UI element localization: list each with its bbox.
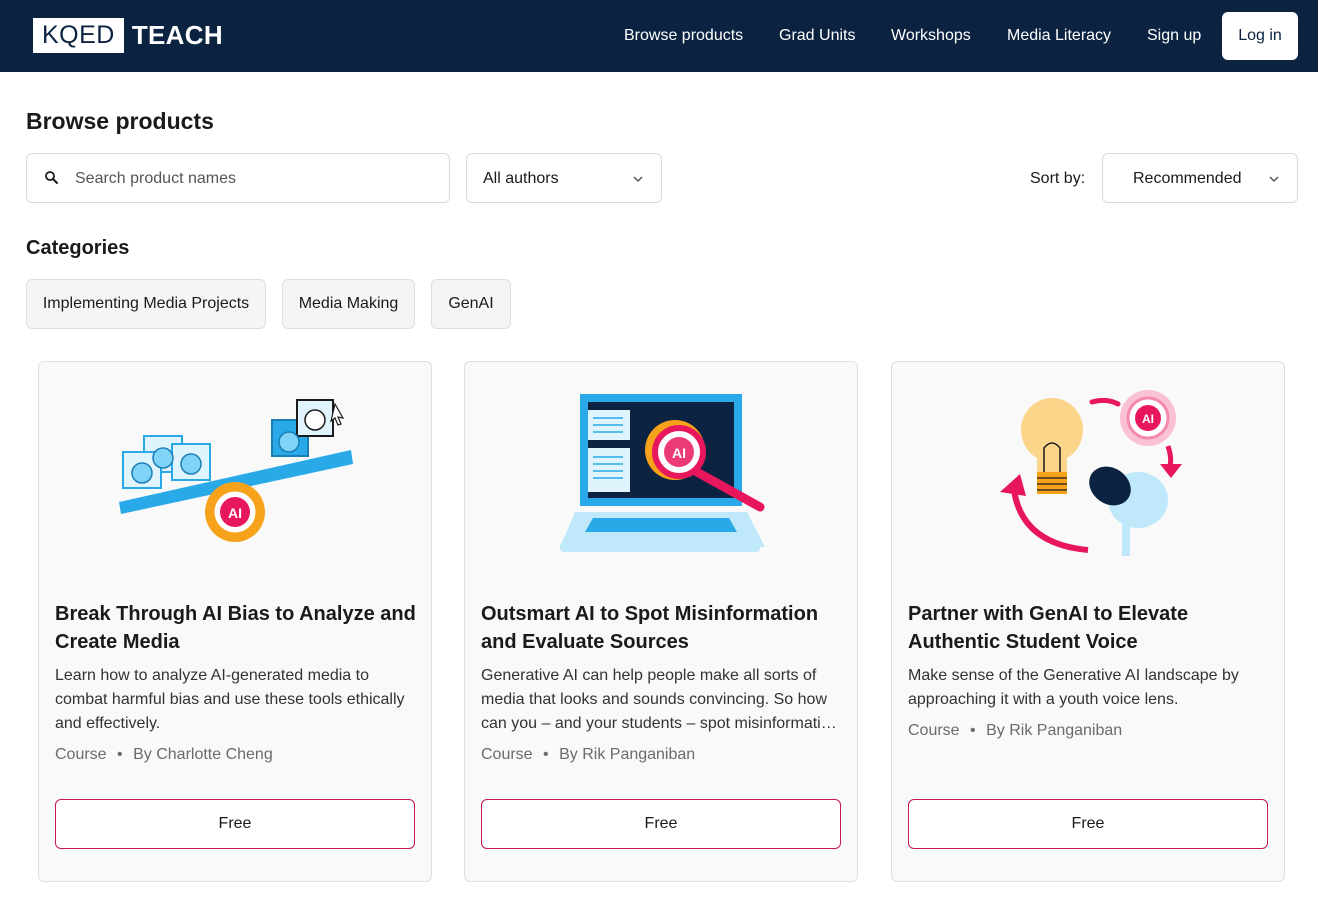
- card-author: By Charlotte Cheng: [133, 746, 273, 763]
- meta-separator-dot: •: [970, 722, 976, 739]
- student-voice-illustration: AI: [1000, 390, 1182, 556]
- illustration-ai-text: AI: [672, 445, 686, 461]
- chevron-down-icon: [1269, 176, 1279, 183]
- card-type: Course: [908, 722, 960, 739]
- price-button[interactable]: Free: [908, 799, 1268, 849]
- card-title[interactable]: Break Through AI Bias to Analyze and Cre…: [55, 600, 417, 656]
- search-placeholder: Search product names: [75, 170, 236, 187]
- sort-dropdown[interactable]: Recommended: [1102, 153, 1298, 203]
- kqed-teach-logo[interactable]: KQED TEACH: [33, 18, 223, 53]
- ai-bias-illustration: AI: [119, 399, 353, 542]
- card-description: Learn how to analyze AI-generated media …: [55, 667, 405, 732]
- product-card[interactable]: AI Break Through AI Bias to Analyze and …: [38, 361, 432, 882]
- card-type: Course: [55, 746, 107, 763]
- price-button[interactable]: Free: [55, 799, 415, 849]
- search-icon: [45, 171, 58, 184]
- nav-browse-products[interactable]: Browse products: [624, 27, 743, 45]
- meta-separator-dot: •: [117, 746, 123, 763]
- nav-grad-units[interactable]: Grad Units: [779, 27, 855, 45]
- nav-workshops[interactable]: Workshops: [891, 27, 971, 45]
- sort-selected-value: Recommended: [1133, 170, 1242, 187]
- price-button[interactable]: Free: [481, 799, 841, 849]
- categories-heading: Categories: [26, 237, 130, 259]
- page-title: Browse products: [26, 108, 214, 134]
- sort-label: Sort by:: [1030, 170, 1086, 187]
- category-chip-implementing-media-projects[interactable]: Implementing Media Projects: [26, 279, 266, 329]
- misinformation-laptop-illustration: AI: [560, 394, 765, 552]
- top-navigation-bar: KQED TEACH Browse products Grad Units Wo…: [0, 0, 1318, 72]
- authors-dropdown[interactable]: All authors: [466, 153, 662, 203]
- card-author: By Rik Panganiban: [559, 746, 696, 763]
- card-meta: Course • By Rik Panganiban: [908, 722, 1122, 740]
- card-title[interactable]: Partner with GenAI to Elevate Authentic …: [908, 600, 1270, 656]
- category-chip-genai[interactable]: GenAI: [431, 279, 511, 329]
- product-card[interactable]: AI Partner with GenAI to Elevate Authent…: [891, 361, 1285, 882]
- card-description: Generative AI can help people make all s…: [481, 667, 839, 732]
- card-meta: Course • By Rik Panganiban: [481, 746, 695, 764]
- card-description: Make sense of the Generative AI landscap…: [908, 667, 1239, 708]
- card-type: Course: [481, 746, 533, 763]
- card-title[interactable]: Outsmart AI to Spot Misinformation and E…: [481, 600, 843, 656]
- card-meta: Course • By Charlotte Cheng: [55, 746, 273, 764]
- product-card[interactable]: AI Outsmart AI to Spot Misinformation an…: [464, 361, 858, 882]
- meta-separator-dot: •: [543, 746, 549, 763]
- login-button[interactable]: Log in: [1222, 12, 1298, 60]
- chevron-down-icon: [633, 176, 643, 183]
- logo-kqed: KQED: [33, 18, 124, 53]
- nav-sign-up[interactable]: Sign up: [1147, 27, 1201, 45]
- card-author: By Rik Panganiban: [986, 722, 1123, 739]
- illustration-ai-text: AI: [1142, 412, 1154, 426]
- category-chip-media-making[interactable]: Media Making: [282, 279, 415, 329]
- illustration-ai-text: AI: [228, 505, 242, 521]
- nav-media-literacy[interactable]: Media Literacy: [1007, 27, 1111, 45]
- search-input[interactable]: Search product names: [26, 153, 450, 203]
- authors-selected-value: All authors: [483, 170, 559, 187]
- logo-teach: TEACH: [131, 20, 223, 50]
